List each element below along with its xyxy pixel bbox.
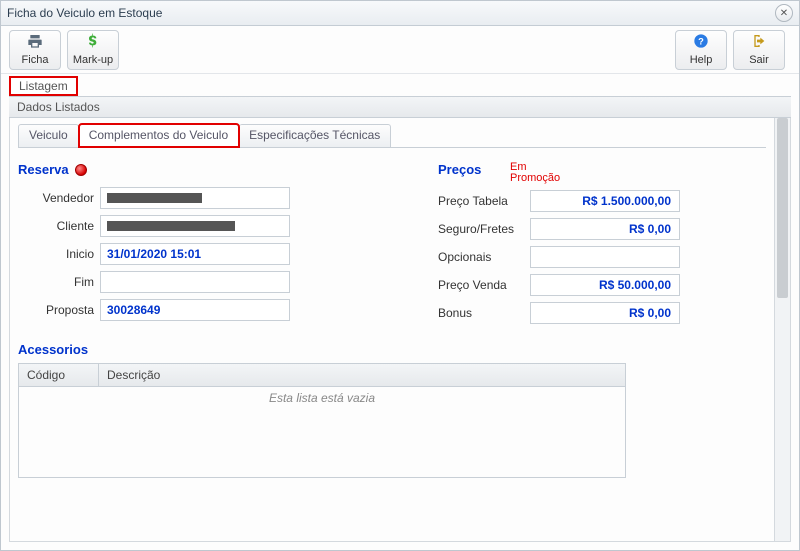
row-bonus: Bonus R$ 0,00: [438, 302, 766, 324]
label-preco-tabela: Preço Tabela: [438, 194, 530, 208]
value-inicio: 31/01/2020 15:01: [107, 247, 201, 261]
value-preco-tabela[interactable]: R$ 1.500.000,00: [530, 190, 680, 212]
tab-veiculo[interactable]: Veiculo: [18, 124, 79, 147]
grid-body: Esta lista está vazia: [19, 387, 625, 477]
help-label: Help: [690, 54, 713, 66]
reserva-title: Reserva: [18, 162, 408, 177]
label-preco-venda: Preço Venda: [438, 278, 530, 292]
close-button[interactable]: ✕: [775, 4, 793, 22]
promo-badge: Em Promoção: [510, 162, 570, 184]
col-codigo[interactable]: Código: [19, 364, 99, 386]
window-title: Ficha do Veiculo em Estoque: [7, 6, 775, 20]
label-fim: Fim: [18, 275, 100, 289]
tab-complementos[interactable]: Complementos do Veiculo: [79, 124, 239, 147]
markup-button[interactable]: Mark-up: [67, 30, 119, 70]
help-button[interactable]: ? Help: [675, 30, 727, 70]
input-vendedor[interactable]: [100, 187, 290, 209]
svg-text:?: ?: [698, 36, 704, 46]
text-preco-tabela: R$ 1.500.000,00: [582, 194, 671, 208]
toolbar: Ficha Mark-up ? Help Sair: [1, 26, 799, 74]
value-bonus[interactable]: R$ 0,00: [530, 302, 680, 324]
body-columns: Reserva Vendedor Cliente Inicio 31/01/20…: [18, 162, 766, 330]
sair-label: Sair: [749, 54, 769, 66]
tab-veiculo-label: Veiculo: [29, 128, 68, 142]
grid-header: Código Descrição: [19, 364, 625, 387]
row-fim: Fim: [18, 271, 408, 293]
label-proposta: Proposta: [18, 303, 100, 317]
value-opcionais[interactable]: [530, 246, 680, 268]
text-seguro: R$ 0,00: [629, 222, 671, 236]
label-opcionais: Opcionais: [438, 250, 530, 264]
col-precos: Preços Em Promoção Preço Tabela R$ 1.500…: [408, 162, 766, 330]
ficha-button[interactable]: Ficha: [9, 30, 61, 70]
section-dados-listados: Dados Listados: [9, 96, 791, 118]
nav-row: Listagem: [1, 74, 799, 96]
status-dot-icon: [75, 164, 87, 176]
input-proposta[interactable]: 30028649: [100, 299, 290, 321]
help-icon: ?: [693, 33, 709, 52]
col-descricao[interactable]: Descrição: [99, 364, 625, 386]
label-bonus: Bonus: [438, 306, 530, 320]
label-seguro: Seguro/Fretes: [438, 222, 530, 236]
scrollbar-thumb[interactable]: [777, 118, 788, 298]
row-proposta: Proposta 30028649: [18, 299, 408, 321]
exit-icon: [751, 33, 767, 52]
tab-complementos-label: Complementos do Veiculo: [89, 128, 228, 142]
reserva-title-text: Reserva: [18, 162, 69, 177]
tab-listagem[interactable]: Listagem: [9, 76, 78, 96]
input-fim[interactable]: [100, 271, 290, 293]
acessorios-section: Acessorios Código Descrição Esta lista e…: [18, 342, 766, 478]
value-proposta: 30028649: [107, 303, 160, 317]
value-seguro[interactable]: R$ 0,00: [530, 218, 680, 240]
acessorios-title: Acessorios: [18, 342, 766, 357]
text-preco-venda: R$ 50.000,00: [599, 278, 671, 292]
tab-especificacoes[interactable]: Especificações Técnicas: [239, 124, 391, 147]
markup-label: Mark-up: [73, 54, 113, 66]
input-inicio[interactable]: 31/01/2020 15:01: [100, 243, 290, 265]
sair-button[interactable]: Sair: [733, 30, 785, 70]
vertical-scrollbar[interactable]: [774, 118, 790, 541]
precos-title-text: Preços: [438, 162, 481, 177]
precos-title: Preços: [438, 162, 510, 177]
content-wrap: Veiculo Complementos do Veiculo Especifi…: [9, 118, 791, 542]
titlebar: Ficha do Veiculo em Estoque ✕: [1, 1, 799, 26]
content: Veiculo Complementos do Veiculo Especifi…: [10, 118, 774, 541]
col-reserva: Reserva Vendedor Cliente Inicio 31/01/20…: [18, 162, 408, 330]
dollar-icon: [85, 33, 101, 52]
tabstrip: Veiculo Complementos do Veiculo Especifi…: [18, 124, 766, 148]
row-inicio: Inicio 31/01/2020 15:01: [18, 243, 408, 265]
tab-especificacoes-label: Especificações Técnicas: [249, 128, 380, 142]
row-opcionais: Opcionais: [438, 246, 766, 268]
grid-empty-message: Esta lista está vazia: [269, 387, 375, 405]
close-icon: ✕: [780, 8, 788, 19]
input-cliente[interactable]: [100, 215, 290, 237]
section-dados-listados-label: Dados Listados: [17, 100, 100, 114]
row-preco-venda: Preço Venda R$ 50.000,00: [438, 274, 766, 296]
row-preco-tabela: Preço Tabela R$ 1.500.000,00: [438, 190, 766, 212]
label-cliente: Cliente: [18, 219, 100, 233]
row-cliente: Cliente: [18, 215, 408, 237]
value-preco-venda[interactable]: R$ 50.000,00: [530, 274, 680, 296]
ficha-label: Ficha: [22, 54, 49, 66]
printer-icon: [27, 33, 43, 52]
acessorios-grid: Código Descrição Esta lista está vazia: [18, 363, 626, 478]
app-window: Ficha do Veiculo em Estoque ✕ Ficha Mark…: [0, 0, 800, 551]
row-vendedor: Vendedor: [18, 187, 408, 209]
tab-listagem-label: Listagem: [19, 79, 68, 93]
label-vendedor: Vendedor: [18, 191, 100, 205]
text-bonus: R$ 0,00: [629, 306, 671, 320]
row-seguro: Seguro/Fretes R$ 0,00: [438, 218, 766, 240]
label-inicio: Inicio: [18, 247, 100, 261]
